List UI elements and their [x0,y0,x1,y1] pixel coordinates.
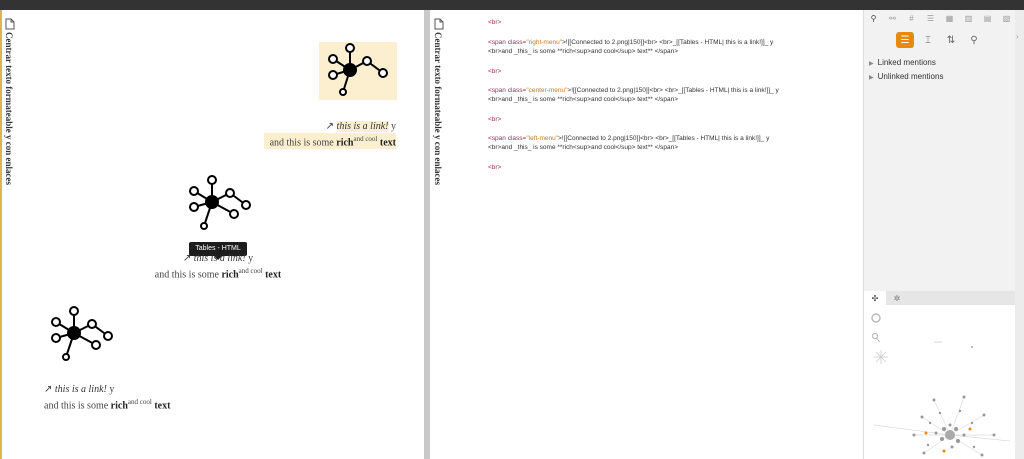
preview-block-right: ↗ this is a link! y and this is some ric… [264,120,396,150]
global-graph-tab-icon[interactable]: ✲ [886,291,908,305]
code-line[interactable]: <br> [488,163,501,173]
document-icon[interactable] [5,18,15,30]
preview-pane[interactable]: Centrar texto formateable y con enlaces … [0,10,424,459]
unlinked-mentions-toggle[interactable]: ▶ Unlinked mentions [869,72,943,81]
pane-header-strip: Centrar texto formateable y con enlaces [2,10,20,459]
graph-image-center [189,175,251,230]
code-line[interactable]: <br> [488,18,501,28]
graph-image-left [51,306,113,361]
local-graph-tab-icon[interactable]: ✣ [864,291,886,305]
graph-canvas[interactable] [864,305,1016,459]
graph-node[interactable] [971,346,973,348]
search-icon[interactable]: ⚲ [965,32,983,48]
chevron-right-icon: ▶ [869,75,874,81]
external-link-arrow-icon: ↗ [325,121,335,132]
external-link-arrow-icon: ↗ [44,384,53,395]
preview-block-left: ↗ this is a link! y and this is some ric… [44,384,171,412]
code-line[interactable]: <br> [488,115,501,125]
collapse-results-icon[interactable]: ☰ [896,32,914,48]
preview-block-center: ↗ this is a link! y and this is some ric… [154,253,282,281]
code-line[interactable]: <br>and _this_ is some **rich<sup>and co… [488,47,678,57]
document-icon[interactable] [434,18,444,30]
outline-tab-icon[interactable]: ☰ [921,10,940,26]
collapse-sidebar-strip[interactable]: › [1015,10,1024,459]
chevron-right-icon: ▶ [869,61,874,67]
code-line[interactable]: <br> [488,67,501,77]
internal-link[interactable]: this is a link! [336,121,389,132]
backlinks-tab-icon[interactable]: ⚲ [864,10,883,26]
sidebar-tab-row: ⚲ ⚯ # ☰ ▦ ▥ ▤ ▧ [864,10,1016,26]
sort-icon[interactable]: ⇅ [942,32,960,48]
internal-link[interactable]: this is a link! [194,253,246,264]
chevron-right-icon[interactable]: › [1016,32,1019,41]
linked-mentions-toggle[interactable]: ▶ Linked mentions [869,58,936,67]
code-line[interactable]: <br>and _this_ is some **rich<sup>and co… [488,143,678,153]
calendar-tab-icon[interactable]: ▦ [940,10,959,26]
graph-node-cluster-small [874,350,888,364]
source-pane[interactable]: Centrar texto formateable y con enlaces … [430,10,863,459]
graph-tab-row: ✣ ✲ [864,291,1016,305]
external-link-arrow-icon: ↗ [182,253,192,264]
note-title-vertical[interactable]: Centrar texto formateable y con enlaces [4,32,14,185]
more-tab-icon[interactable]: ▧ [997,10,1016,26]
show-context-icon[interactable]: ⌶ [919,32,937,48]
tags-tab-icon[interactable]: # [902,10,921,26]
backlinks-toolbar: ☰ ⌶ ⇅ ⚲ [896,32,983,48]
graph-image-right [319,42,397,100]
panel-tab-icon[interactable]: ▥ [959,10,978,26]
graph-animate-icon[interactable] [871,332,881,343]
pane-header-strip: Centrar texto formateable y con enlaces [430,10,448,459]
window-titlebar [0,0,1024,10]
graph-nodes[interactable] [912,395,996,457]
graph-node-cluster-large [873,396,1011,456]
internal-link[interactable]: this is a link! [55,384,107,395]
code-line[interactable]: <br>and _this_ is some **rich<sup>and co… [488,95,678,105]
note-title-vertical[interactable]: Centrar texto formateable y con enlaces [433,32,443,185]
right-sidebar: ⚲ ⚯ # ☰ ▦ ▥ ▤ ▧ ☰ ⌶ ⇅ ⚲ ▶ Linked mentions… [863,10,1016,459]
outgoing-links-tab-icon[interactable]: ⚯ [883,10,902,26]
graph-settings-icon[interactable] [871,313,881,323]
layout-tab-icon[interactable]: ▤ [978,10,997,26]
graph-view[interactable] [864,305,1016,459]
